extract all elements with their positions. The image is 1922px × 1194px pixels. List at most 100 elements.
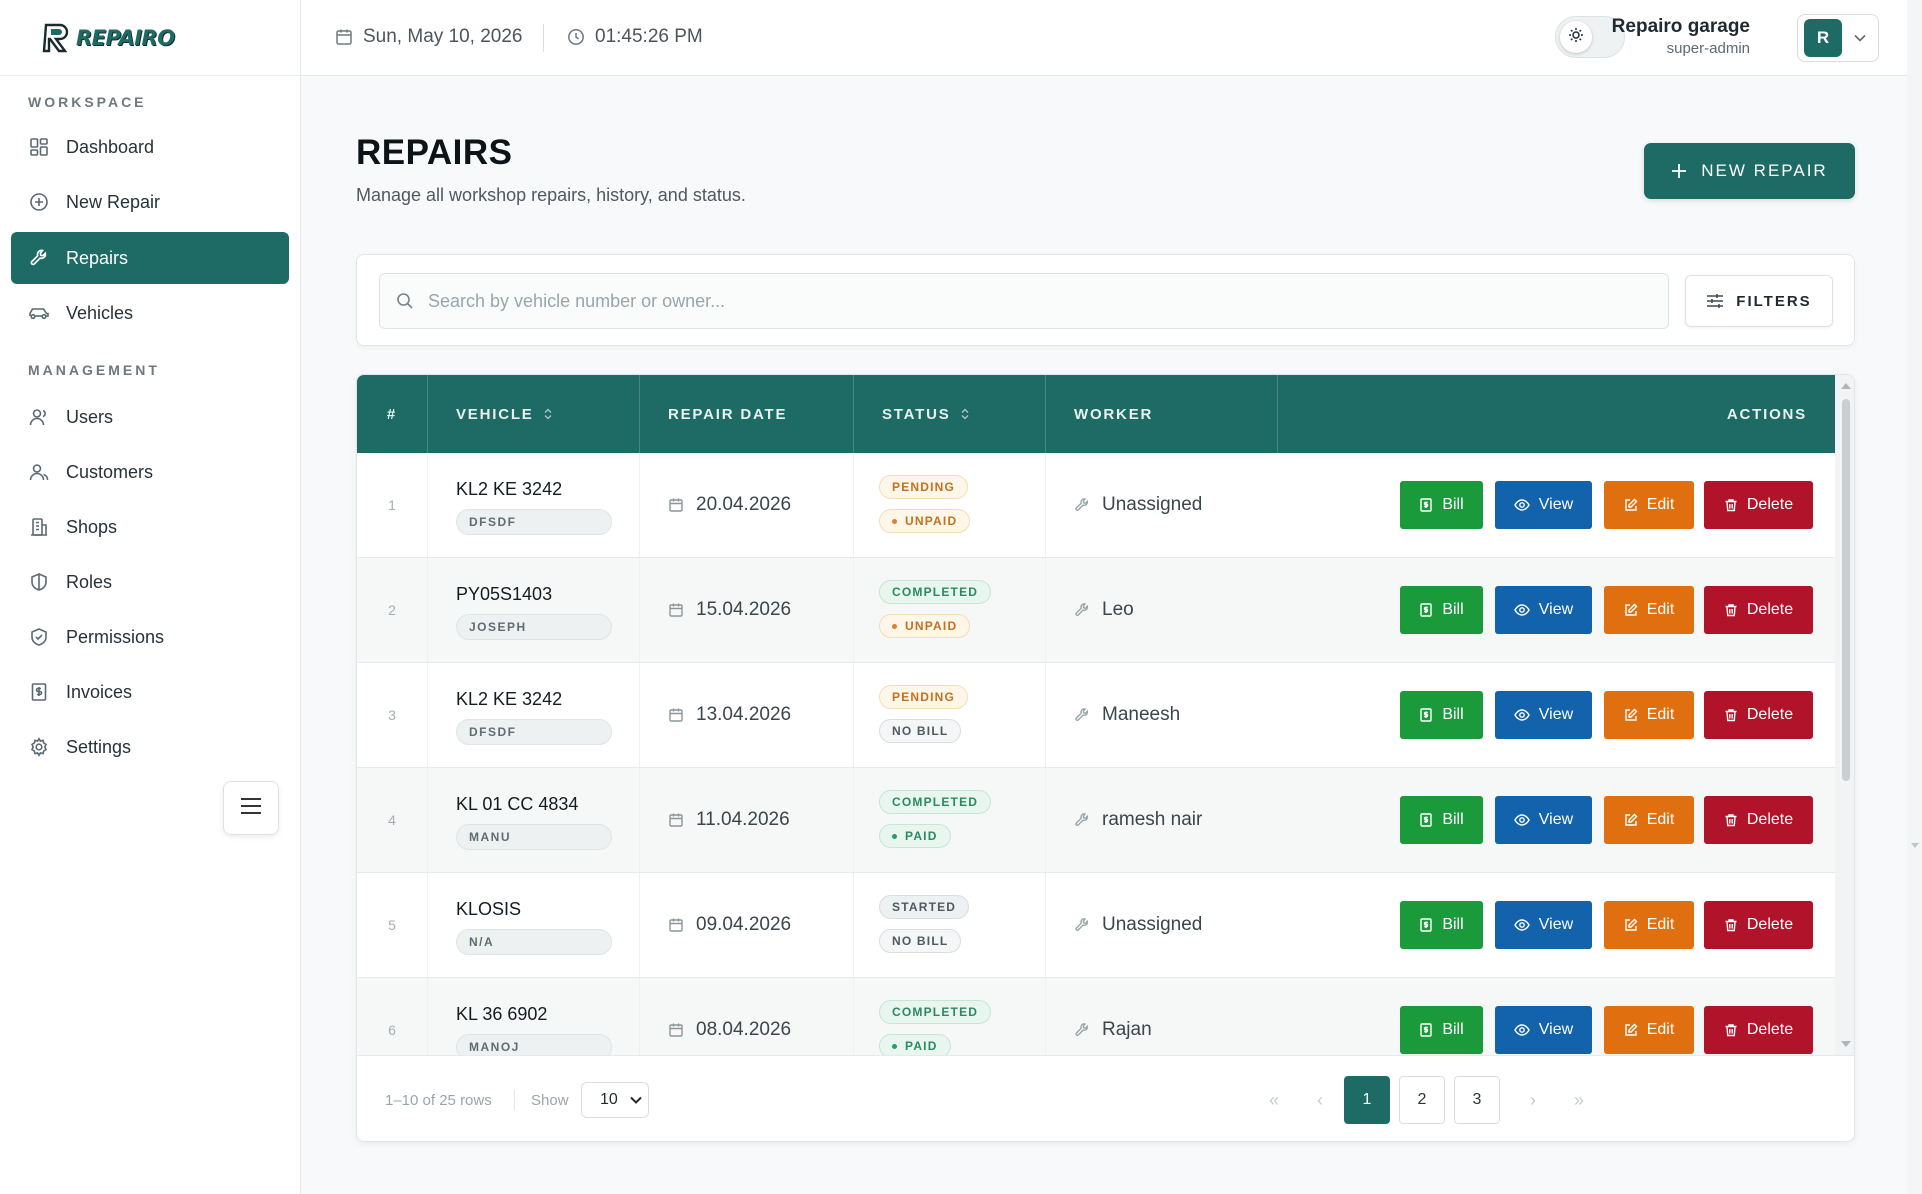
- bill-button[interactable]: Bill: [1400, 1006, 1483, 1054]
- repair-date: 20.04.2026: [696, 494, 792, 515]
- brand[interactable]: REPAIRO: [0, 0, 300, 76]
- view-button[interactable]: View: [1495, 901, 1592, 949]
- sidebar-item-invoices[interactable]: Invoices: [11, 666, 289, 718]
- bill-button[interactable]: Bill: [1400, 901, 1483, 949]
- table-row[interactable]: 4 KL 01 CC 4834 MANU 11.04.2026 COMPLETED PAI…: [357, 768, 1835, 873]
- calendar-icon: [668, 1022, 684, 1038]
- divider: [514, 1090, 515, 1110]
- user-menu-button[interactable]: R: [1797, 14, 1879, 62]
- prev-page-button[interactable]: ‹: [1297, 1076, 1343, 1124]
- edit-button[interactable]: Edit: [1604, 901, 1694, 949]
- next-page-button[interactable]: ›: [1510, 1076, 1556, 1124]
- page-size-select[interactable]: 10: [581, 1082, 649, 1118]
- edit-icon: [1624, 813, 1638, 827]
- show-label: Show: [531, 1092, 569, 1109]
- payment-label: NO BILL: [892, 724, 949, 738]
- trash-icon: [1724, 603, 1738, 617]
- first-page-button[interactable]: «: [1251, 1076, 1297, 1124]
- view-label: View: [1538, 706, 1574, 723]
- new-repair-button[interactable]: NEW REPAIR: [1644, 143, 1855, 199]
- table-scrollbar[interactable]: [1835, 375, 1854, 1055]
- sidebar-item-roles[interactable]: Roles: [11, 556, 289, 608]
- sidebar-item-label: Settings: [66, 736, 132, 757]
- page-button-1[interactable]: 1: [1344, 1076, 1390, 1124]
- sidebar-item-shops[interactable]: Shops: [11, 501, 289, 553]
- edit-icon: [1624, 603, 1638, 617]
- sidebar-collapse-button[interactable]: [223, 781, 279, 835]
- bill-button[interactable]: Bill: [1400, 796, 1483, 844]
- delete-button[interactable]: Delete: [1704, 691, 1813, 739]
- bill-button[interactable]: Bill: [1400, 691, 1483, 739]
- actions-cell: Bill View Edit Delete: [1278, 768, 1835, 872]
- view-button[interactable]: View: [1495, 481, 1592, 529]
- edit-button[interactable]: Edit: [1604, 1006, 1694, 1054]
- view-button[interactable]: View: [1495, 586, 1592, 634]
- edit-icon: [1624, 498, 1638, 512]
- edit-button[interactable]: Edit: [1604, 691, 1694, 739]
- table-body: 1 KL2 KE 3242 DFSDF 20.04.2026 PENDING UNPAID…: [357, 453, 1835, 1055]
- view-button[interactable]: View: [1495, 691, 1592, 739]
- payment-badge: UNPAID: [879, 614, 971, 638]
- bill-label: Bill: [1442, 496, 1464, 513]
- plus-circle-icon: [28, 191, 50, 213]
- status-cell: PENDING UNPAID: [854, 453, 1046, 557]
- date-text: Sun, May 10, 2026: [363, 26, 523, 47]
- search-card: FILTERS: [356, 254, 1855, 346]
- sidebar-item-new-repair[interactable]: New Repair: [11, 176, 289, 228]
- delete-button[interactable]: Delete: [1704, 481, 1813, 529]
- page-button-3[interactable]: 3: [1454, 1076, 1500, 1124]
- last-page-button[interactable]: »: [1556, 1076, 1602, 1124]
- rows-info: 1–10 of 25 rows: [385, 1092, 492, 1109]
- status-badge: PENDING: [879, 475, 969, 499]
- table-row[interactable]: 2 PY05S1403 JOSEPH 15.04.2026 COMPLETED UNPAI…: [357, 558, 1835, 663]
- filters-button[interactable]: FILTERS: [1685, 275, 1833, 327]
- bill-button[interactable]: Bill: [1400, 586, 1483, 634]
- delete-button[interactable]: Delete: [1704, 796, 1813, 844]
- wrench-icon: [1074, 497, 1090, 513]
- sidebar-item-customers[interactable]: Customers: [11, 446, 289, 498]
- table-row[interactable]: 5 KLOSIS N/A 09.04.2026 STARTED NO BILL Unassi…: [357, 873, 1835, 978]
- sidebar-item-label: Shops: [66, 516, 118, 537]
- edit-button[interactable]: Edit: [1604, 796, 1694, 844]
- view-button[interactable]: View: [1495, 1006, 1592, 1054]
- edit-label: Edit: [1646, 601, 1675, 618]
- scroll-thumb[interactable]: [1842, 399, 1850, 781]
- delete-button[interactable]: Delete: [1704, 586, 1813, 634]
- delete-button[interactable]: Delete: [1704, 1006, 1813, 1054]
- table-row[interactable]: 3 KL2 KE 3242 DFSDF 13.04.2026 PENDING NO BIL…: [357, 663, 1835, 768]
- table-row[interactable]: 6 KL 36 6902 MANOJ 08.04.2026 COMPLETED PAID R…: [357, 978, 1835, 1055]
- status-cell: COMPLETED PAID: [854, 978, 1046, 1055]
- column-header-status[interactable]: STATUS: [854, 375, 1046, 453]
- delete-button[interactable]: Delete: [1704, 901, 1813, 949]
- table-row[interactable]: 1 KL2 KE 3242 DFSDF 20.04.2026 PENDING UNPAID…: [357, 453, 1835, 558]
- edit-button[interactable]: Edit: [1604, 586, 1694, 634]
- bill-label: Bill: [1442, 1021, 1464, 1038]
- delete-label: Delete: [1746, 811, 1794, 828]
- sidebar-item-users[interactable]: Users: [11, 391, 289, 443]
- page-button-2[interactable]: 2: [1399, 1076, 1445, 1124]
- delete-label: Delete: [1746, 601, 1794, 618]
- sidebar-item-vehicles[interactable]: Vehicles: [11, 287, 289, 339]
- page-scrollbar[interactable]: [1907, 0, 1922, 1194]
- bill-label: Bill: [1442, 916, 1464, 933]
- search-input[interactable]: [428, 290, 1628, 312]
- owner-badge: MANU: [456, 824, 612, 850]
- bill-button[interactable]: Bill: [1400, 481, 1483, 529]
- owner-badge: MANOJ: [456, 1034, 612, 1055]
- sidebar-item-dashboard[interactable]: Dashboard: [11, 121, 289, 173]
- edit-button[interactable]: Edit: [1604, 481, 1694, 529]
- column-header-vehicle[interactable]: VEHICLE: [428, 375, 640, 453]
- sidebar-item-repairs[interactable]: Repairs: [11, 232, 289, 284]
- topbar: Sun, May 10, 2026 01:45:26 PM Repairo ga…: [301, 0, 1907, 76]
- view-label: View: [1538, 1021, 1574, 1038]
- scroll-down-arrow[interactable]: [1841, 1041, 1851, 1047]
- sidebar-item-settings[interactable]: Settings: [11, 721, 289, 773]
- scroll-up-arrow[interactable]: [1841, 383, 1851, 389]
- bill-label: Bill: [1442, 706, 1464, 723]
- worker-cell: Unassigned: [1046, 453, 1278, 557]
- column-header-worker: WORKER: [1046, 375, 1278, 453]
- view-button[interactable]: View: [1495, 796, 1592, 844]
- search-box[interactable]: [379, 273, 1669, 329]
- sidebar-item-permissions[interactable]: Permissions: [11, 611, 289, 663]
- delete-label: Delete: [1746, 916, 1794, 933]
